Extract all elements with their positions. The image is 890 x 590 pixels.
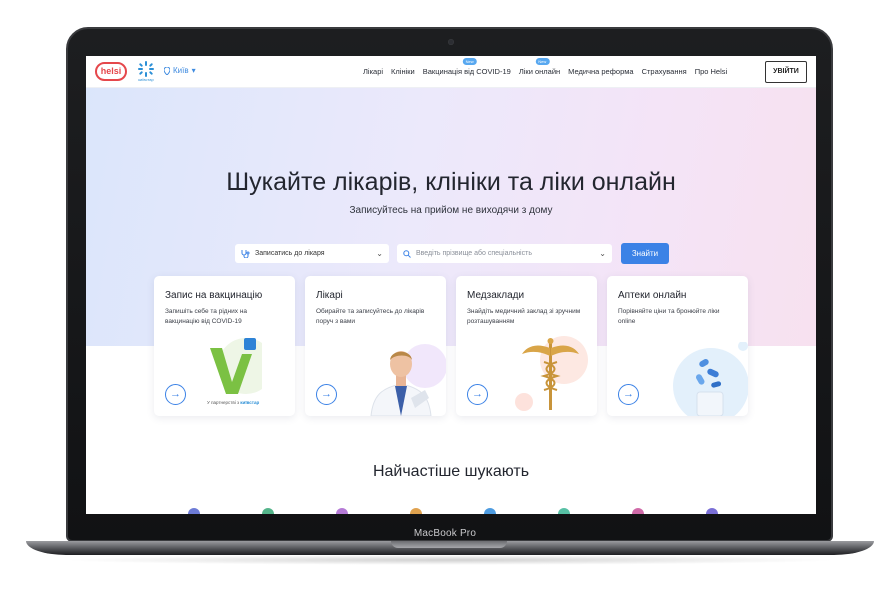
category-icon[interactable] [262,508,274,514]
card-title: Запис на вакцинацію [165,290,263,301]
category-icon[interactable] [558,508,570,514]
chevron-down-icon: ▾ [191,66,196,75]
city-label: Київ [173,66,189,75]
arrow-right-icon[interactable]: → [316,384,337,405]
helsi-logo[interactable]: helsi [95,62,127,81]
pills-bottle-icon [673,342,748,416]
card-description: Обирайте та записуйтесь до лікарів поруч… [316,308,425,325]
search-icon [403,249,411,258]
arrow-right-icon[interactable]: → [467,384,488,405]
category-icon[interactable] [706,508,718,514]
card-vaccination[interactable]: Запис на вакцинацію Запишіть себе та рід… [154,276,295,416]
chevron-down-icon: ⌄ [376,249,383,258]
hero-subtitle: Записуйтесь на прийом не виходячи з дому [349,205,553,216]
card-description: Запишіть себе та рідних на вакцинацію ві… [165,308,248,325]
arrow-right-icon[interactable]: → [165,384,186,405]
nav-doctors-label: Лікарі [363,67,384,76]
card-pharmacies[interactable]: Аптеки онлайн Порівняйте ціни та бронюйт… [607,276,748,416]
partner-label: У партнерстві з [207,400,240,405]
card-title: Медзаклади [467,290,525,301]
nav-doctors[interactable]: Лікарі [363,67,383,76]
nav-medicines[interactable]: New Ліки онлайн [518,58,561,76]
nav-vaccination-label: Вакцинація від COVID-19 [422,67,511,76]
nav-clinics[interactable]: Клініки [391,67,415,76]
nav-medicines-label: Ліки онлайн [518,67,561,76]
login-button[interactable]: УВІЙТИ [765,61,807,83]
category-icon[interactable] [484,508,496,514]
card-description: Порівняйте ціни та бронюйте ліки online [618,308,720,325]
nav-medical-reform[interactable]: Медична реформа [568,67,633,76]
category-icon[interactable] [410,508,422,514]
kyivstar-logo-text: київстар [138,77,154,82]
category-icon[interactable] [632,508,644,514]
appointment-type-select[interactable]: Записатись до лікаря ⌄ [235,244,389,263]
nav-about-label: Про Helsi [694,67,728,76]
arrow-right-icon[interactable]: → [618,384,639,405]
partner-name: київстар [240,400,260,405]
category-icon[interactable] [188,508,200,514]
new-badge: New [535,58,550,65]
device-label: MacBook Pro [413,528,477,539]
location-pin-icon [164,66,170,75]
doctor-illustration-icon [370,344,446,416]
caduceus-icon [515,336,588,411]
chevron-down-icon: ⌄ [599,249,606,258]
laptop-shadow [60,555,840,565]
card-title: Лікарі [316,290,343,301]
doctor-search-input[interactable]: Введіть прізвище або спеціальність ⌄ [397,244,612,263]
nav-insurance[interactable]: Страхування [642,67,687,76]
partner-note: У партнерстві з київстар [207,400,259,405]
nav-medical-reform-label: Медична реформа [568,67,634,76]
vaccination-v-logo-icon [210,338,262,394]
search-button[interactable]: Знайти [621,243,669,264]
top-navigation-bar: helsi київстар Київ ▾ Лікарі Клініки New… [86,56,816,88]
camera-icon [448,39,454,45]
main-nav: Лікарі Клініки New Вакцинація від COVID-1… [363,58,728,76]
search-placeholder: Введіть прізвище або спеціальність [416,250,532,257]
screen: helsi київстар Київ ▾ Лікарі Клініки New… [86,56,816,514]
nav-clinics-label: Клініки [391,67,415,76]
card-description: Знайдіть медичний заклад зі зручним розт… [467,308,581,325]
card-title: Аптеки онлайн [618,290,687,301]
new-badge: New [462,58,477,65]
card-doctors[interactable]: Лікарі Обирайте та записуйтесь до лікарі… [305,276,446,416]
category-icon[interactable] [336,508,348,514]
city-selector[interactable]: Київ ▾ [164,66,196,75]
stethoscope-icon [241,250,250,258]
nav-about[interactable]: Про Helsi [695,67,728,76]
nav-vaccination[interactable]: New Вакцинація від COVID-19 [422,58,511,76]
card-clinics[interactable]: Медзаклади Знайдіть медичний заклад зі з… [456,276,597,416]
popular-searches-title: Найчастіше шукають [372,463,530,480]
laptop-notch [391,541,507,548]
nav-insurance-label: Страхування [641,67,687,76]
appointment-type-value: Записатись до лікаря [255,250,325,257]
hero-title: Шукайте лікарів, клініки та ліки онлайн [226,168,676,196]
